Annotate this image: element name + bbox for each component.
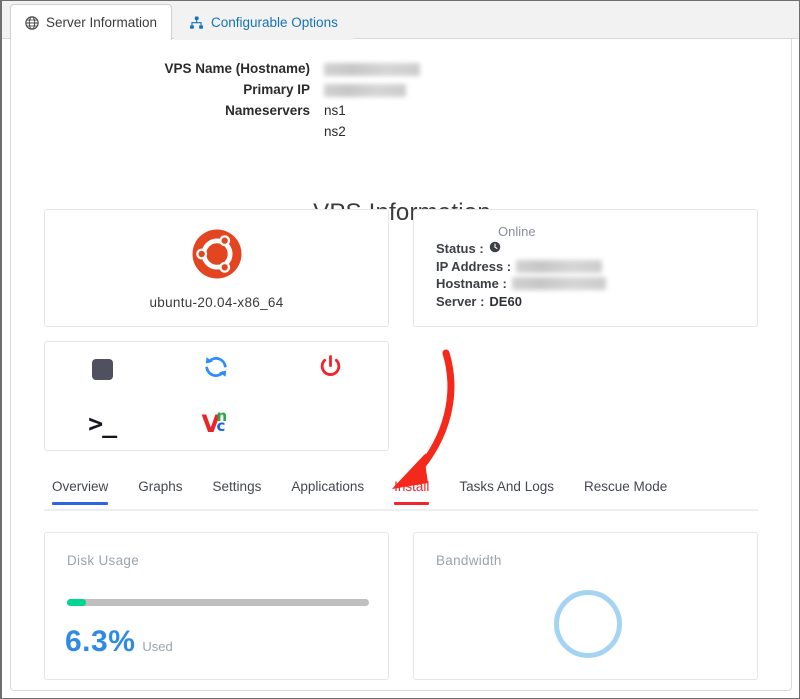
- tab-configurable-options[interactable]: Configurable Options: [174, 4, 353, 40]
- nav-tab-label: Overview: [52, 479, 109, 494]
- vnc-letter-c: c: [216, 417, 226, 435]
- stop-square-icon: [91, 358, 113, 380]
- bandwidth-card: Bandwidth: [413, 532, 758, 680]
- disk-usage-title: Disk Usage: [67, 553, 140, 568]
- status-label: Status :: [436, 241, 484, 256]
- server-value: DE60: [489, 293, 522, 309]
- os-name-label: ubuntu-20.04-x86_64: [149, 295, 284, 310]
- summary-value-ns2: ns2: [324, 124, 346, 139]
- terminal-icon: >_: [88, 408, 117, 438]
- nav-tab-label: Applications: [291, 479, 365, 494]
- server-row: Server : DE60: [436, 293, 757, 311]
- section-nav: Overview Graphs Settings Applications In…: [44, 479, 758, 511]
- summary-value-ns1: ns1: [324, 103, 346, 118]
- actions-card: >_ V n c: [44, 341, 389, 451]
- summary-label: Primary IP: [243, 82, 310, 97]
- top-tabstrip: Server Information Configurable Options: [2, 1, 799, 40]
- vnc-button[interactable]: V n c: [159, 396, 273, 450]
- nav-tab-label: Graphs: [138, 479, 183, 494]
- summary-value-redacted: [324, 80, 406, 99]
- nav-highlight-indicator: [394, 502, 430, 505]
- nav-tab-applications[interactable]: Applications: [276, 479, 379, 503]
- disk-usage-progress-fill: [67, 599, 87, 606]
- console-button[interactable]: >_: [45, 396, 159, 450]
- server-summary: VPS Name (Hostname) Primary IP Nameserve…: [11, 59, 791, 143]
- disk-usage-progress-track: [67, 599, 369, 606]
- ip-address-label: IP Address :: [436, 258, 512, 274]
- disk-usage-readout: 6.3% Used: [65, 625, 173, 659]
- nav-tab-rescue-mode[interactable]: Rescue Mode: [569, 479, 682, 503]
- nav-tab-install[interactable]: Install: [379, 479, 444, 505]
- server-label: Server :: [436, 293, 485, 309]
- power-button[interactable]: [274, 342, 388, 396]
- summary-row-nameserver2: ns2: [11, 122, 791, 141]
- tab-server-information[interactable]: Server Information: [10, 4, 173, 40]
- empty-action-cell: [274, 396, 388, 450]
- nav-tab-graphs[interactable]: Graphs: [123, 479, 197, 503]
- sitemap-icon: [189, 15, 204, 30]
- globe-icon: [25, 15, 39, 30]
- redacted-hostname: [324, 62, 420, 76]
- disk-usage-percent: 6.3%: [65, 625, 136, 658]
- summary-row-vps-name: VPS Name (Hostname): [11, 59, 791, 78]
- status-card: Online Status : IP Address : Hostname: …: [413, 209, 758, 327]
- hostname-label: Hostname :: [436, 276, 507, 291]
- content-panel: VPS Name (Hostname) Primary IP Nameserve…: [10, 39, 792, 691]
- clock-icon: [489, 240, 501, 258]
- redacted-ip-value: [516, 259, 603, 273]
- redacted-ip: [324, 83, 406, 97]
- os-card: ubuntu-20.04-x86_64: [44, 209, 389, 327]
- tab-label: Server Information: [46, 15, 158, 30]
- tab-label: Configurable Options: [211, 15, 338, 30]
- disk-usage-suffix: Used: [142, 639, 173, 654]
- nav-tab-settings[interactable]: Settings: [198, 479, 277, 503]
- nav-tab-overview[interactable]: Overview: [44, 479, 123, 505]
- vnc-icon: V n c: [201, 409, 231, 437]
- nav-tab-label: Settings: [212, 479, 262, 494]
- status-online-text: Online: [498, 224, 536, 239]
- disk-usage-card: Disk Usage 6.3% Used: [44, 532, 389, 680]
- nav-active-indicator: [52, 502, 109, 505]
- bandwidth-donut-chart: [554, 590, 622, 658]
- summary-label: Nameservers: [225, 103, 310, 118]
- redacted-hostname-value: [511, 277, 606, 291]
- summary-value-redacted: [324, 59, 420, 78]
- summary-row-primary-ip: Primary IP: [11, 80, 791, 99]
- nav-tab-tasks-and-logs[interactable]: Tasks And Logs: [444, 479, 569, 503]
- summary-row-nameservers: Nameservers ns1: [11, 101, 791, 120]
- status-row: Status :: [436, 240, 757, 258]
- hostname-row: Hostname :: [436, 275, 757, 293]
- nav-tab-label: Install: [394, 479, 430, 494]
- stop-button[interactable]: [45, 342, 159, 396]
- nav-tab-label: Rescue Mode: [583, 479, 668, 494]
- ip-row: IP Address :: [436, 258, 757, 276]
- bandwidth-title: Bandwidth: [436, 553, 502, 568]
- nav-tab-label: Tasks And Logs: [459, 479, 554, 494]
- vps-management-window: Server Information Configurable Options …: [0, 0, 800, 699]
- power-icon: [318, 354, 343, 384]
- summary-label: VPS Name (Hostname): [164, 61, 310, 76]
- refresh-icon: [203, 354, 229, 385]
- ubuntu-icon: [189, 226, 245, 287]
- reboot-button[interactable]: [159, 342, 273, 396]
